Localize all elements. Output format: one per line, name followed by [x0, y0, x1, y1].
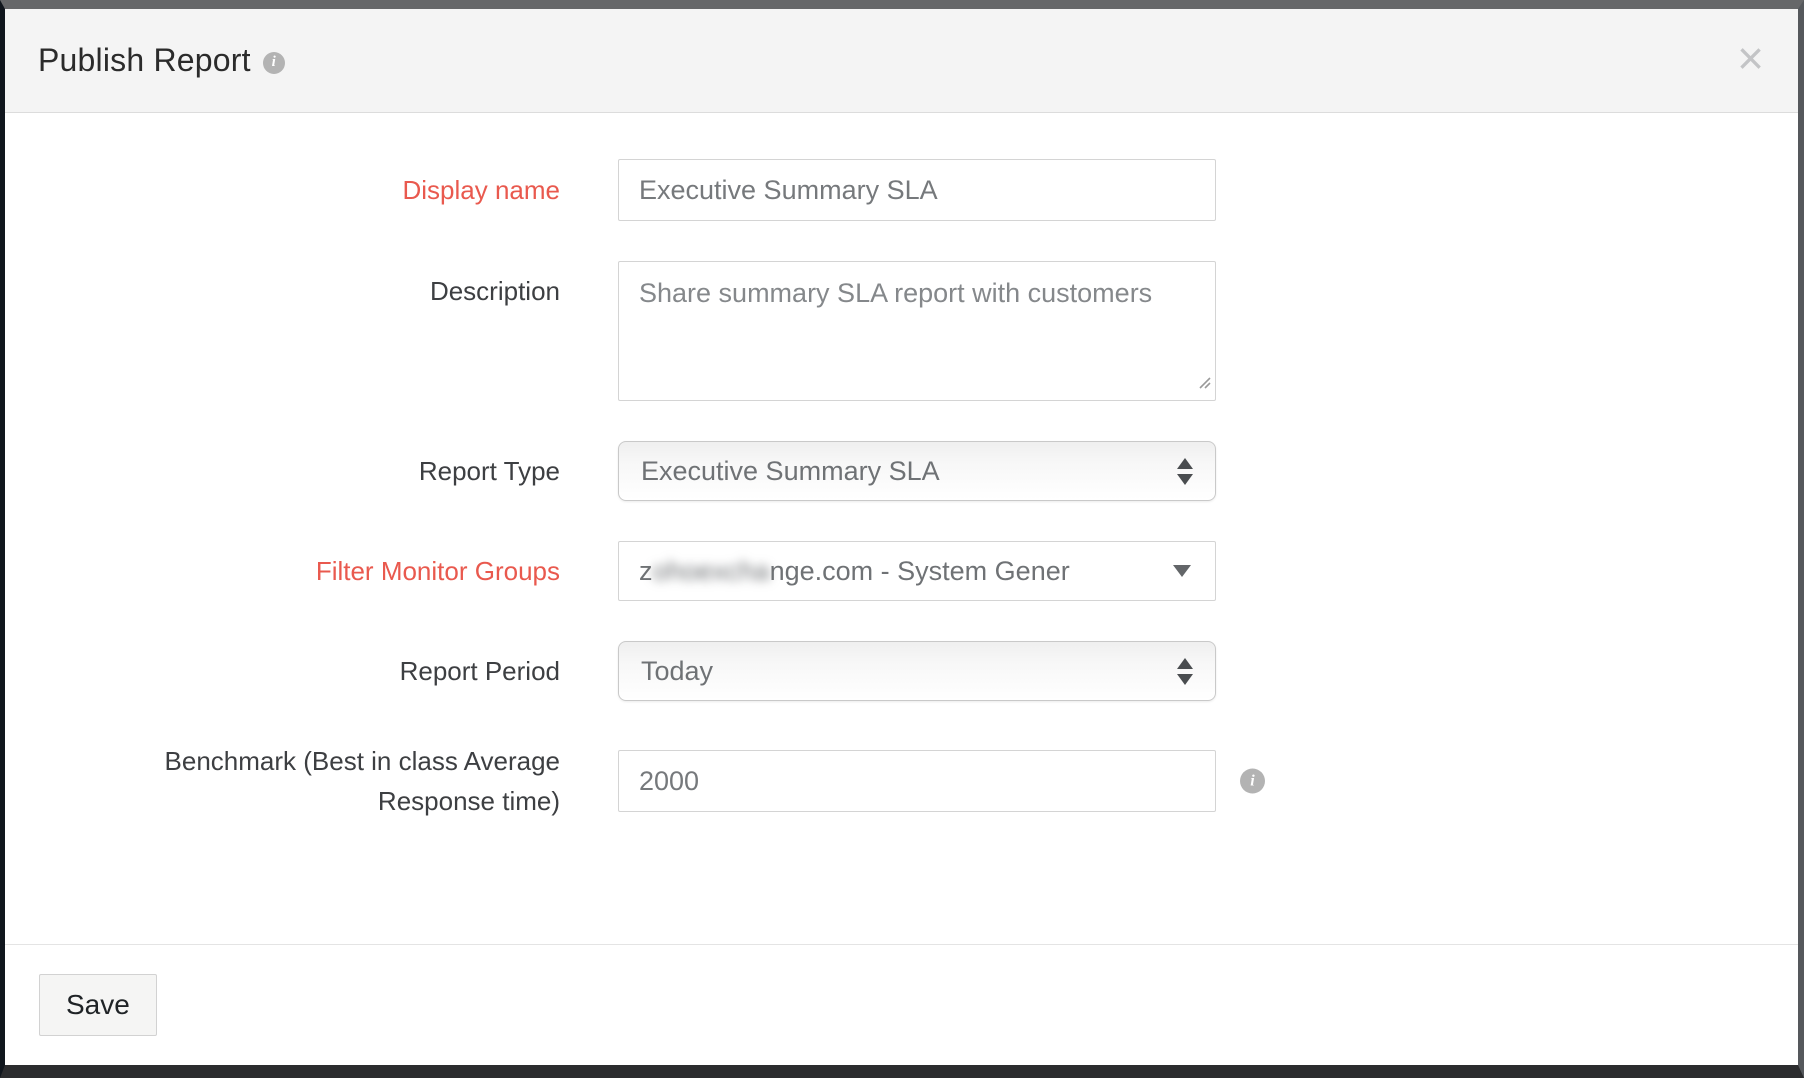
display-name-input[interactable]: [618, 159, 1216, 221]
report-type-select[interactable]: Executive Summary SLA: [618, 441, 1216, 501]
report-type-value: Executive Summary SLA: [641, 456, 940, 487]
dialog-body: Display name Description Share summary S…: [5, 113, 1798, 944]
report-type-row: Report Type Executive Summary SLA: [5, 441, 1798, 501]
save-button[interactable]: Save: [39, 974, 157, 1036]
close-icon[interactable]: ×: [1733, 35, 1768, 81]
filter-monitor-groups-label: Filter Monitor Groups: [5, 551, 560, 591]
monitor-group-value-prefix: z: [639, 556, 653, 587]
display-name-row: Display name: [5, 159, 1798, 221]
report-period-label: Report Period: [5, 651, 560, 691]
description-textarea[interactable]: Share summary SLA report with customers: [618, 261, 1216, 401]
report-period-row: Report Period Today: [5, 641, 1798, 701]
dialog-header: Publish Report i ×: [5, 9, 1798, 113]
report-period-select[interactable]: Today: [618, 641, 1216, 701]
chevron-down-icon: [1173, 565, 1191, 577]
filter-monitor-groups-dropdown[interactable]: zohoexchange.com - System Gener: [618, 541, 1216, 601]
report-period-value: Today: [641, 656, 713, 687]
select-spinner-icon: [1177, 658, 1193, 685]
description-label: Description: [5, 261, 560, 311]
select-spinner-icon: [1177, 458, 1193, 485]
description-row: Description Share summary SLA report wit…: [5, 261, 1798, 401]
monitor-group-value-redacted: ohoexcha: [653, 556, 770, 587]
benchmark-info-icon[interactable]: i: [1240, 769, 1265, 794]
benchmark-row: Benchmark (Best in class Average Respons…: [5, 741, 1798, 822]
page-title: Publish Report: [38, 42, 251, 79]
report-type-label: Report Type: [5, 451, 560, 491]
dialog-footer: Save: [5, 944, 1798, 1065]
benchmark-input[interactable]: [618, 750, 1216, 812]
filter-monitor-groups-row: Filter Monitor Groups zohoexchange.com -…: [5, 541, 1798, 601]
title-info-icon[interactable]: i: [263, 52, 285, 74]
benchmark-label: Benchmark (Best in class Average Respons…: [5, 741, 560, 822]
publish-report-dialog: Publish Report i × Display name Descript…: [0, 0, 1804, 1078]
monitor-group-value-suffix: nge.com - System Gener: [770, 556, 1070, 587]
display-name-label: Display name: [5, 170, 560, 210]
